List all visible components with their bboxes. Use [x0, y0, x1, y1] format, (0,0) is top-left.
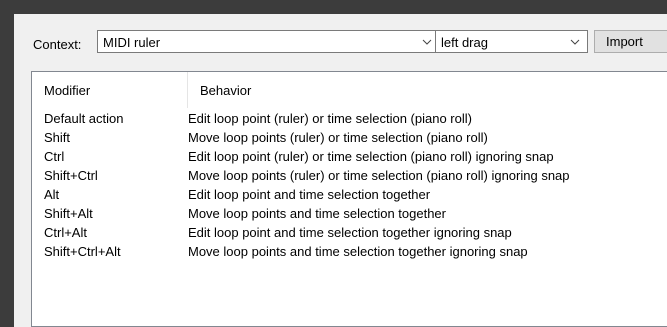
- list-item[interactable]: Shift+Ctrl+Alt Move loop points and time …: [32, 243, 667, 262]
- behavior-cell: Move loop points and time selection toge…: [188, 206, 446, 221]
- behavior-cell: Edit loop point and time selection toget…: [188, 225, 512, 240]
- import-button[interactable]: Import: [594, 30, 667, 53]
- behavior-cell: Move loop points (ruler) or time selecti…: [188, 168, 570, 183]
- list-item[interactable]: Shift+Alt Move loop points and time selec…: [32, 205, 667, 224]
- context-dropdown-value: MIDI ruler: [103, 35, 161, 50]
- modifier-cell: Shift+Ctrl: [44, 168, 98, 183]
- list-item[interactable]: Shift+Ctrl Move loop points (ruler) or ti…: [32, 167, 667, 186]
- list-item[interactable]: Default action Edit loop point (ruler) or…: [32, 110, 667, 129]
- modifier-cell: Ctrl: [44, 149, 65, 164]
- list-header: Modifier Behavior: [32, 72, 667, 109]
- behavior-cell: Move loop points (ruler) or time selecti…: [188, 130, 488, 145]
- behavior-cell: Edit loop point (ruler) or time selectio…: [188, 111, 472, 126]
- modifier-cell: Shift+Ctrl+Alt: [44, 244, 121, 259]
- context-label: Context:: [33, 37, 82, 52]
- list-item[interactable]: Shift Move loop points (ruler) or time se…: [32, 129, 667, 148]
- list-item[interactable]: Ctrl Edit loop point (ruler) or time sele…: [32, 148, 667, 167]
- modifier-cell: Shift: [44, 130, 71, 145]
- modifier-cell: Default action: [44, 111, 124, 126]
- action-dropdown-value: left drag: [441, 35, 488, 50]
- mouse-modifiers-window: Context: MIDI ruler left drag Import Mod…: [14, 14, 667, 327]
- context-dropdown[interactable]: MIDI ruler: [97, 30, 440, 53]
- action-dropdown[interactable]: left drag: [435, 30, 588, 53]
- modifier-list[interactable]: Modifier Behavior Default action Edit loo…: [31, 71, 667, 327]
- modifier-cell: Ctrl+Alt: [44, 225, 87, 240]
- chevron-down-icon: [422, 39, 432, 45]
- modifier-cell: Alt: [44, 187, 60, 202]
- behavior-cell: Edit loop point (ruler) or time selectio…: [188, 149, 554, 164]
- behavior-cell: Edit loop point and time selection toget…: [188, 187, 431, 202]
- column-header-behavior[interactable]: Behavior: [200, 83, 251, 98]
- list-rows: Default action Edit loop point (ruler) or…: [32, 110, 667, 262]
- behavior-cell: Move loop points and time selection toge…: [188, 244, 528, 259]
- column-divider[interactable]: [187, 72, 188, 108]
- modifier-cell: Shift+Alt: [44, 206, 93, 221]
- chevron-down-icon: [570, 39, 580, 45]
- list-item[interactable]: Alt Edit loop point and time selection to…: [32, 186, 667, 205]
- column-header-modifier[interactable]: Modifier: [44, 83, 90, 98]
- list-item[interactable]: Ctrl+Alt Edit loop point and time selecti…: [32, 224, 667, 243]
